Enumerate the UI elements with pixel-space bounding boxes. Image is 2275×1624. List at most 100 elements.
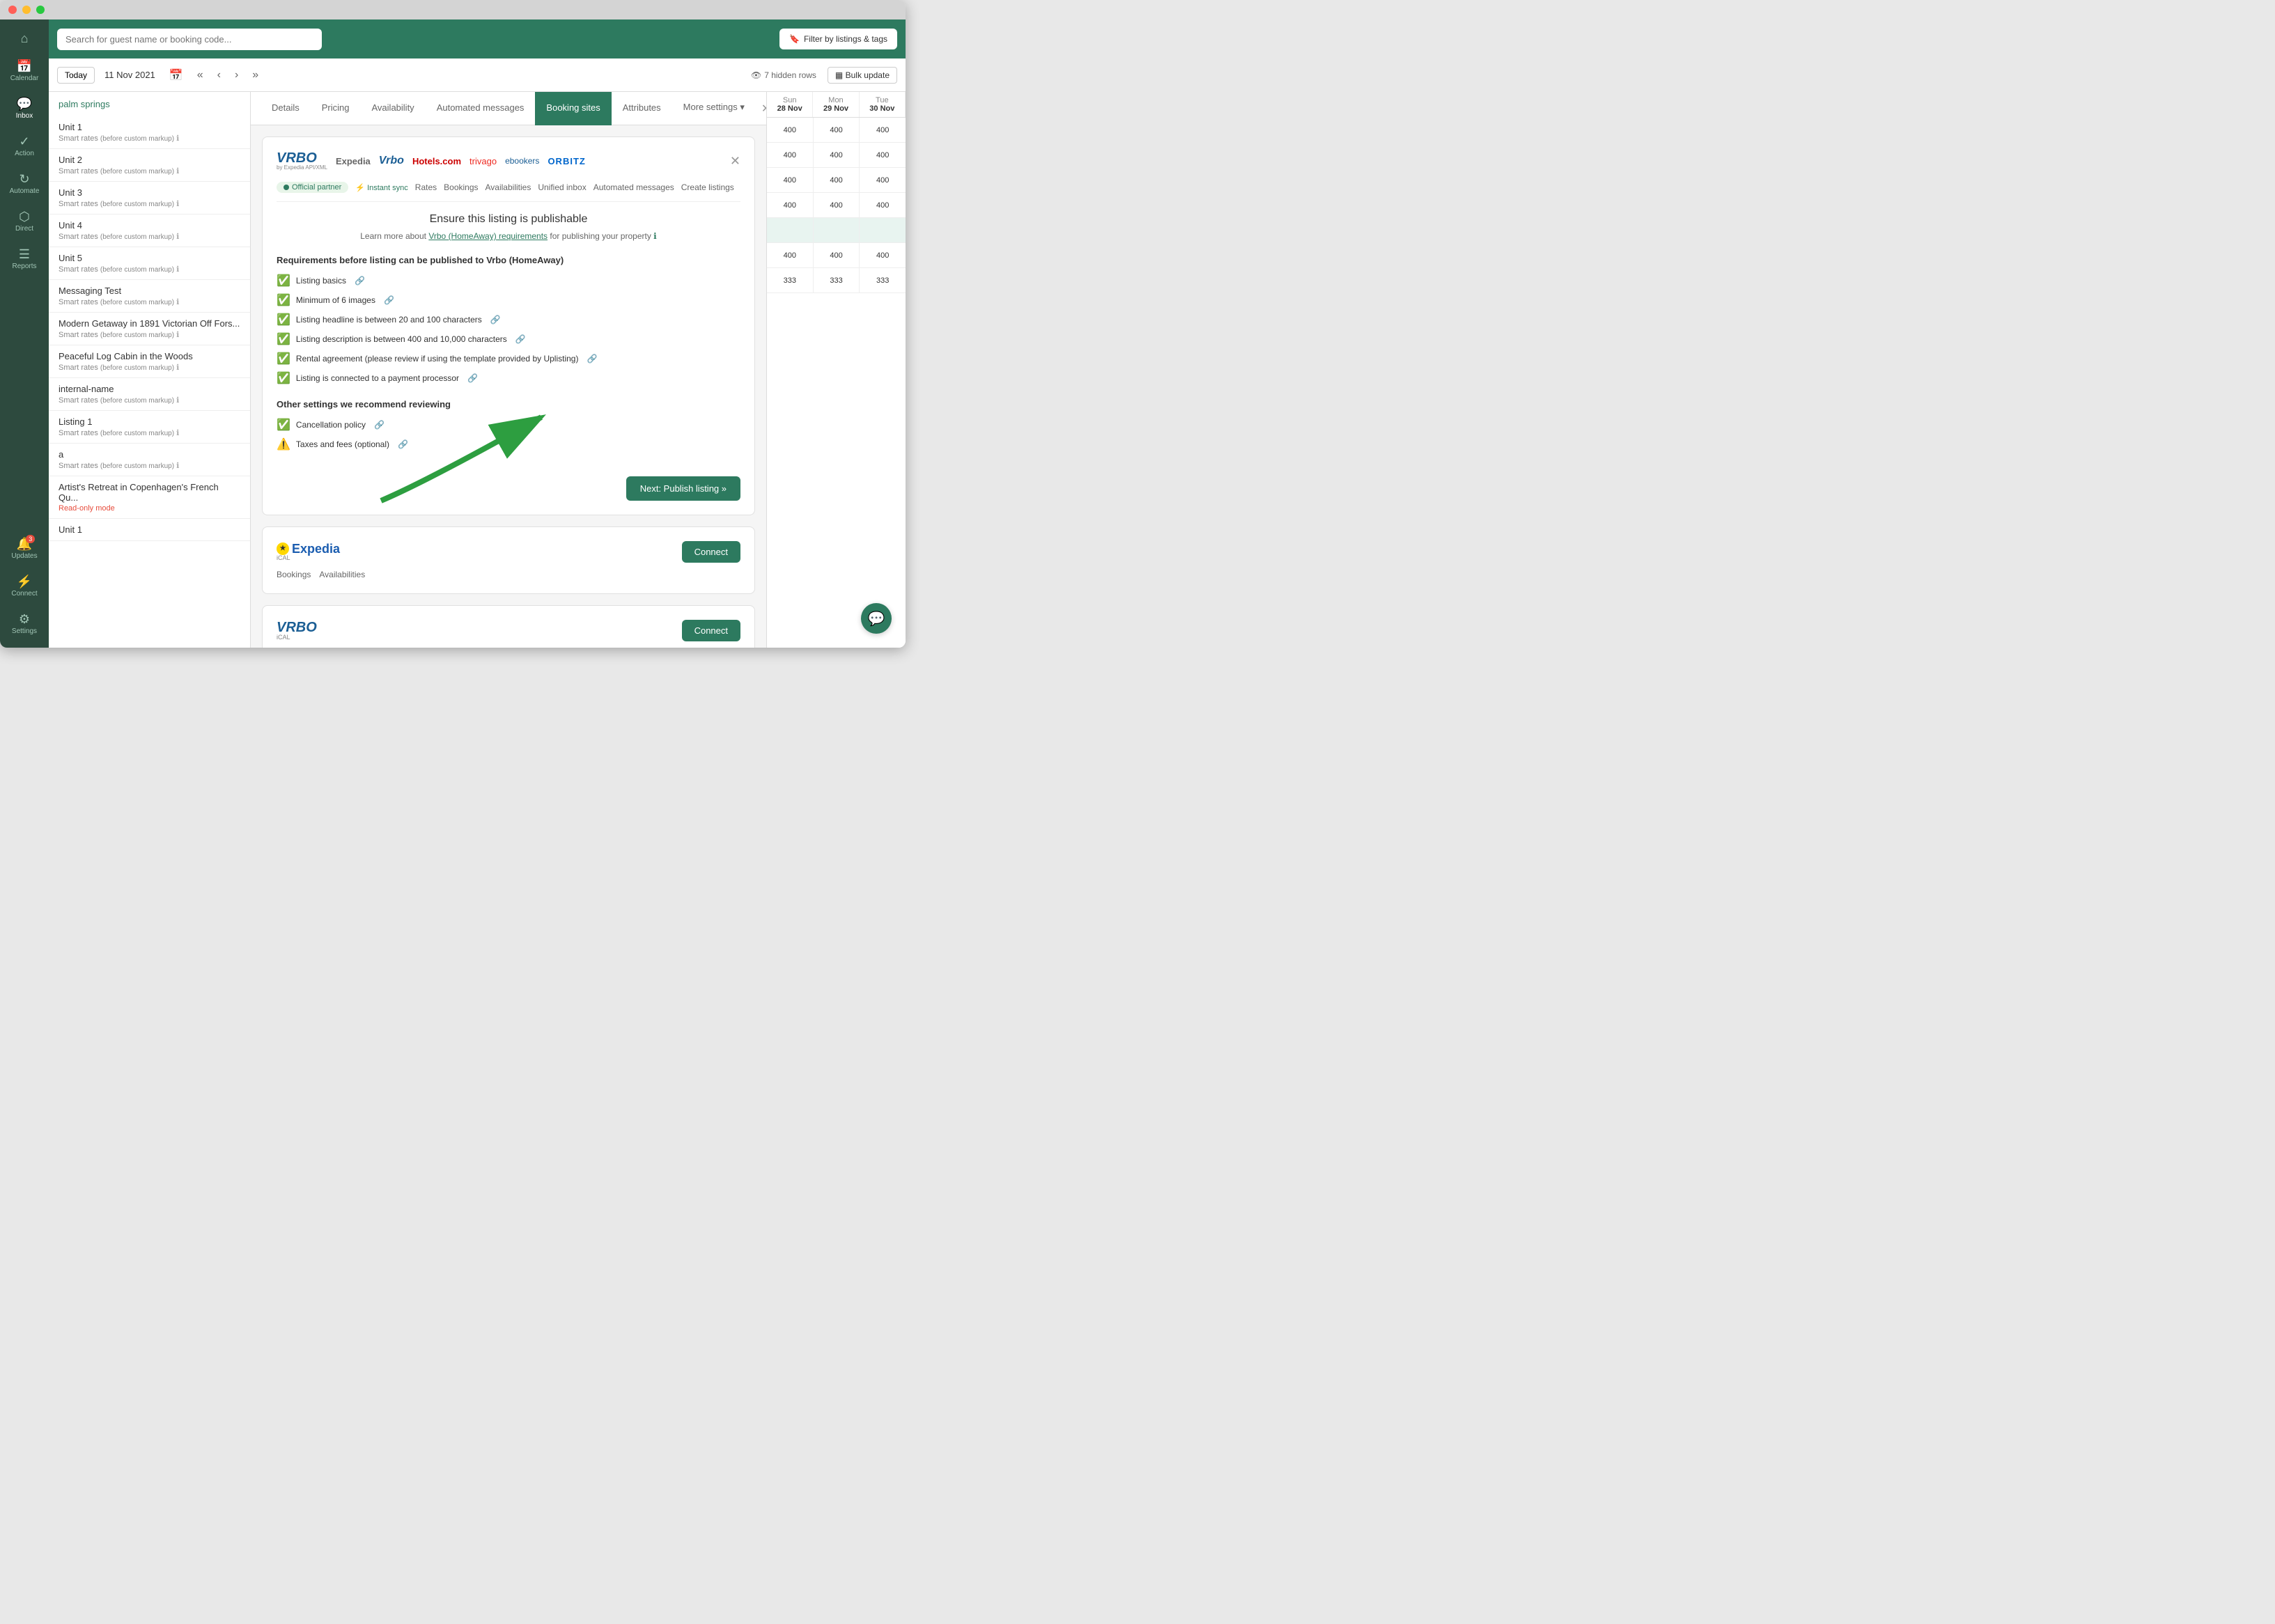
unit-name: Unit 1: [59, 122, 240, 132]
vrbo-card-close[interactable]: ✕: [730, 154, 740, 169]
close-button[interactable]: [8, 6, 17, 14]
rate-cell: 400: [814, 168, 860, 192]
sidebar-label-connect: Connect: [11, 590, 37, 598]
expedia-sub: iCAL: [277, 555, 340, 561]
tab-details[interactable]: Details: [261, 92, 311, 125]
official-partner-tag: Official partner: [277, 182, 348, 193]
sidebar-item-settings[interactable]: ⚙ Settings: [3, 607, 45, 641]
list-item[interactable]: Unit 5 Smart rates (before custom markup…: [49, 247, 250, 280]
tab-availability[interactable]: Availability: [361, 92, 426, 125]
sidebar-item-action[interactable]: ✓ Action: [3, 130, 45, 163]
list-item[interactable]: Unit 3 Smart rates (before custom markup…: [49, 182, 250, 214]
rate-cell: [767, 218, 814, 242]
expedia-connect-button[interactable]: Connect: [682, 541, 740, 563]
rate-cell: 400: [814, 143, 860, 167]
expedia-bookings-link[interactable]: Bookings: [277, 570, 311, 579]
list-item[interactable]: Unit 2 Smart rates (before custom markup…: [49, 149, 250, 182]
tag-dot: [284, 185, 289, 190]
bulk-update-button[interactable]: ▦ Bulk update: [828, 67, 897, 84]
list-item[interactable]: Unit 1: [49, 519, 250, 541]
check-icon: ✅: [277, 293, 290, 307]
sidebar-item-connect[interactable]: ⚡ Connect: [3, 570, 45, 603]
sidebar-item-automate[interactable]: ↻ Automate: [3, 167, 45, 201]
sidebar-item-calendar[interactable]: 📅 Calendar: [3, 54, 45, 88]
rate-row: 400 400 400: [767, 243, 906, 268]
sidebar-item-updates[interactable]: 🔔 3 Updates: [3, 532, 45, 565]
list-item[interactable]: internal-name Smart rates (before custom…: [49, 378, 250, 411]
list-item[interactable]: Artist's Retreat in Copenhagen's French …: [49, 476, 250, 519]
publish-listing-button[interactable]: Next: Publish listing »: [626, 476, 740, 501]
vrbo-ical-connect-button[interactable]: Connect: [682, 620, 740, 641]
tab-booking-sites[interactable]: Booking sites: [535, 92, 611, 125]
search-input[interactable]: [57, 29, 322, 50]
calendar-nav: Today 11 Nov 2021 📅 « ‹ › » 👁 7 hidden r…: [49, 58, 906, 92]
sidebar-item-reports[interactable]: ☰ Reports: [3, 242, 45, 276]
req-link[interactable]: 🔗: [374, 420, 385, 430]
booking-logos: VRBO by Expedia API/XML Expedia Vrbo Hot…: [277, 151, 586, 171]
tab-close-button[interactable]: ✕: [756, 102, 766, 116]
req-payment: ✅ Listing is connected to a payment proc…: [277, 371, 740, 385]
next-button[interactable]: ›: [231, 68, 242, 83]
list-item[interactable]: Peaceful Log Cabin in the Woods Smart ra…: [49, 345, 250, 378]
list-item[interactable]: Messaging Test Smart rates (before custo…: [49, 280, 250, 313]
sidebar-label-inbox: Inbox: [16, 112, 33, 120]
maximize-button[interactable]: [36, 6, 45, 14]
rate-cell: 400: [767, 168, 814, 192]
req-link[interactable]: 🔗: [490, 315, 501, 325]
updates-badge: 3: [26, 535, 35, 543]
req-link[interactable]: 🔗: [355, 276, 365, 286]
rates-link[interactable]: Rates: [415, 182, 437, 192]
tab-pricing[interactable]: Pricing: [311, 92, 361, 125]
smart-rates: Smart rates (before custom markup) ℹ: [59, 330, 240, 339]
rate-cell: 400: [767, 193, 814, 217]
unified-inbox-link[interactable]: Unified inbox: [538, 182, 586, 192]
rate-row-scrollbar: [767, 218, 906, 243]
sidebar-item-inbox[interactable]: 💬 Inbox: [3, 92, 45, 125]
req-listing-basics: ✅ Listing basics 🔗: [277, 274, 740, 288]
tab-automated[interactable]: Automated messages: [426, 92, 536, 125]
expedia-links: Bookings Availabilities: [277, 570, 740, 579]
rate-cell: 400: [860, 143, 906, 167]
tab-attributes[interactable]: Attributes: [612, 92, 672, 125]
content-area: 🔖 Filter by listings & tags Today 11 Nov…: [49, 19, 906, 648]
other-settings-section: Other settings we recommend reviewing ✅ …: [277, 399, 740, 451]
prev-button[interactable]: ‹: [213, 68, 225, 83]
next-next-button[interactable]: »: [248, 68, 263, 83]
list-item[interactable]: Unit 1 Smart rates (before custom markup…: [49, 116, 250, 149]
vrbo-requirements-link[interactable]: Vrbo (HomeAway) requirements: [428, 231, 548, 241]
right-panel: Details Pricing Availability Automated m…: [251, 92, 766, 648]
filter-button[interactable]: 🔖 Filter by listings & tags: [779, 29, 897, 49]
rate-row: 400 400 400: [767, 193, 906, 218]
today-button[interactable]: Today: [57, 67, 95, 84]
list-item[interactable]: Listing 1 Smart rates (before custom mar…: [49, 411, 250, 444]
req-link[interactable]: 🔗: [384, 295, 394, 305]
req-link[interactable]: 🔗: [515, 334, 526, 344]
chat-button[interactable]: 💬: [861, 603, 892, 634]
expedia-availabilities-link[interactable]: Availabilities: [319, 570, 365, 579]
cal-header: Sun 28 Nov Mon 29 Nov Tue 30 Nov: [767, 92, 906, 118]
prev-prev-button[interactable]: «: [193, 68, 208, 83]
req-link[interactable]: 🔗: [398, 439, 408, 449]
tab-more-settings[interactable]: More settings ▾: [672, 92, 756, 125]
minimize-button[interactable]: [22, 6, 31, 14]
vrbo-logo-inline: Vrbo: [379, 155, 404, 167]
app-body: ⌂ 📅 Calendar 💬 Inbox ✓ Action ↻ Automate…: [0, 19, 906, 648]
calendar-icon-btn[interactable]: 📅: [165, 67, 187, 84]
list-item[interactable]: Unit 4 Smart rates (before custom markup…: [49, 214, 250, 247]
sidebar-label-updates: Updates: [11, 552, 37, 560]
list-item[interactable]: Modern Getaway in 1891 Victorian Off For…: [49, 313, 250, 345]
rate-cell: [814, 218, 860, 242]
create-listings-link[interactable]: Create listings: [681, 182, 734, 192]
sidebar-item-direct[interactable]: ⬡ Direct: [3, 205, 45, 238]
bookings-link[interactable]: Bookings: [444, 182, 478, 192]
sidebar-item-home[interactable]: ⌂: [3, 26, 45, 50]
availabilities-link[interactable]: Availabilities: [486, 182, 531, 192]
calendar-columns: Sun 28 Nov Mon 29 Nov Tue 30 Nov: [766, 92, 906, 648]
smart-rates: Smart rates (before custom markup) ℹ: [59, 363, 240, 372]
filter-icon: 🔖: [789, 34, 800, 44]
automated-messages-link[interactable]: Automated messages: [593, 182, 674, 192]
req-link[interactable]: 🔗: [587, 354, 597, 364]
left-panel: palm springs Unit 1 Smart rates (before …: [49, 92, 251, 648]
req-link[interactable]: 🔗: [467, 373, 478, 383]
list-item[interactable]: a Smart rates (before custom markup) ℹ: [49, 444, 250, 476]
